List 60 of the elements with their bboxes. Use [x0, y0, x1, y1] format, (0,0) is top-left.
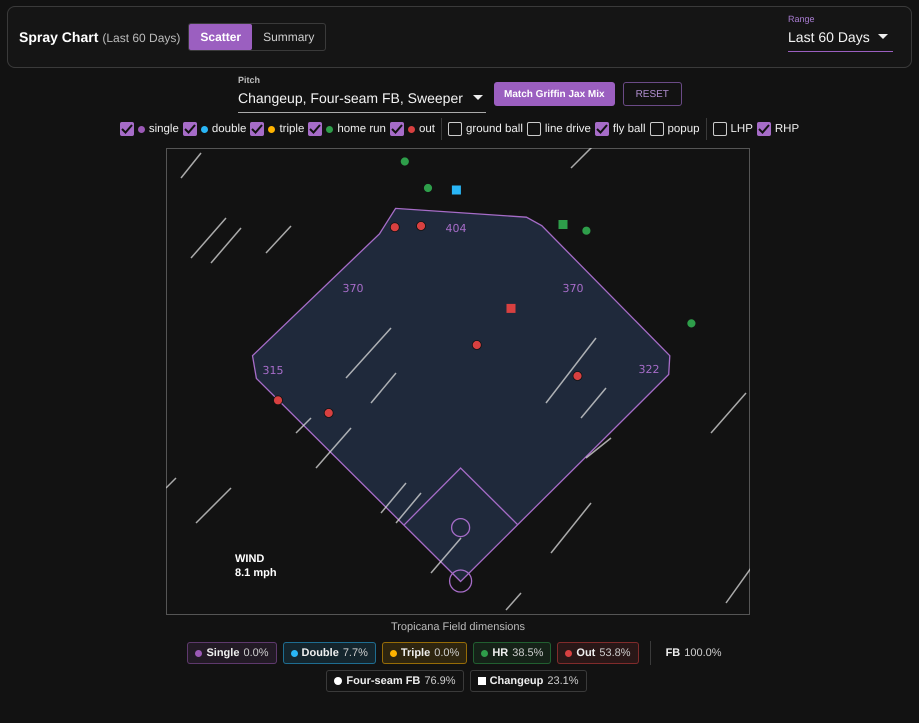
- chip-label: Single: [206, 647, 240, 659]
- filter-label: popup: [668, 123, 700, 135]
- chip-label: HR: [492, 647, 508, 659]
- distance-label: 370: [562, 282, 584, 295]
- checkbox[interactable]: [448, 122, 462, 136]
- filter-label: line drive: [544, 123, 591, 135]
- checkbox[interactable]: [182, 122, 197, 136]
- checkbox[interactable]: [712, 122, 726, 136]
- chip-value: 7.7%: [342, 647, 368, 659]
- chip-value: 53.8%: [599, 647, 631, 659]
- filter-label: home run: [337, 123, 386, 135]
- chip-label: Triple: [400, 647, 430, 659]
- filter-label: ground ball: [466, 123, 523, 135]
- square-icon: [478, 677, 486, 685]
- chip-value: 0.0%: [243, 647, 269, 659]
- chip-value: 38.5%: [512, 647, 544, 659]
- caret-icon: [472, 95, 483, 101]
- filter-label: LHP: [730, 123, 753, 135]
- range-label: Range: [788, 14, 816, 24]
- chip-label: Four-seam FB: [346, 675, 420, 687]
- circle-icon: [334, 677, 342, 685]
- checkbox[interactable]: [650, 122, 664, 136]
- caret-icon: [878, 34, 888, 40]
- chart-subtitle: (Last 60 Days): [102, 31, 180, 45]
- fb-value: 100.0%: [684, 647, 722, 659]
- checkbox[interactable]: [308, 122, 322, 136]
- checkbox[interactable]: [526, 122, 541, 136]
- chip-value: 76.9%: [424, 675, 456, 687]
- filter-label: RHP: [774, 123, 800, 135]
- range-select[interactable]: Last 60 Days: [788, 29, 893, 52]
- field-caption: Tropicana Field dimensions: [390, 621, 526, 633]
- distance-label: 315: [262, 364, 284, 377]
- wind-speed: 8.1 mph: [235, 567, 277, 579]
- pitch-label: Pitch: [238, 75, 262, 85]
- view-tab[interactable]: Summary: [252, 24, 326, 50]
- chip-value: 0.0%: [434, 647, 460, 659]
- distance-label: 322: [638, 363, 660, 376]
- view-tab[interactable]: Scatter: [189, 24, 252, 50]
- chip-label: Out: [576, 647, 596, 659]
- filter-label: triple: [279, 123, 304, 135]
- checkbox[interactable]: [390, 122, 404, 136]
- checkbox[interactable]: [756, 122, 771, 136]
- match-mix-button[interactable]: Match Griffin Jax Mix: [494, 82, 615, 106]
- chip-label: Double: [302, 647, 339, 659]
- distance-label: 370: [342, 282, 364, 295]
- chip-label: Changeup: [490, 675, 544, 687]
- distance-label: 404: [446, 222, 466, 235]
- filter-label: out: [418, 123, 435, 135]
- filter-label: fly ball: [612, 123, 646, 135]
- checkbox[interactable]: [594, 122, 609, 136]
- chip-value: 23.1%: [547, 675, 579, 687]
- checkbox[interactable]: [120, 122, 134, 136]
- fb-label: FB: [666, 647, 680, 659]
- pitch-select[interactable]: Changeup, Four-seam FB, Sweeper: [238, 90, 486, 113]
- checkbox[interactable]: [250, 122, 264, 136]
- chart-title: Spray Chart: [19, 29, 98, 45]
- wind-label: WIND: [235, 553, 264, 565]
- filter-label: single: [148, 123, 179, 135]
- reset-button[interactable]: RESET: [622, 82, 682, 106]
- filter-label: double: [212, 123, 246, 135]
